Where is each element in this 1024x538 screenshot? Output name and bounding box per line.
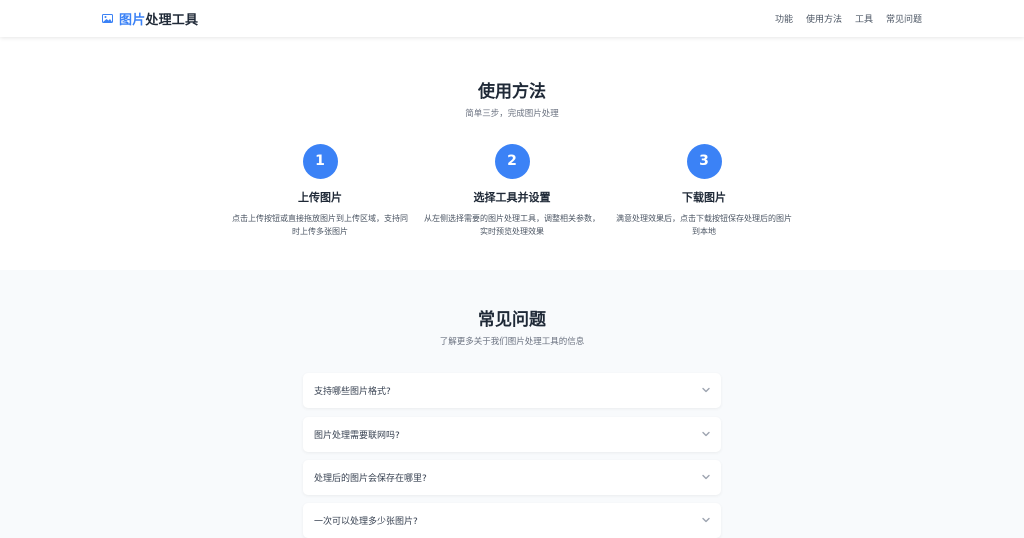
faq-item[interactable]: 一次可以处理多少张图片? <box>303 503 721 538</box>
step-title: 选择工具并设置 <box>473 191 551 204</box>
nav-link-faq[interactable]: 常见问题 <box>886 12 922 25</box>
step-description: 从左侧选择需要的图片处理工具，调整相关参数，实时预览处理效果 <box>424 214 600 236</box>
brand-title-rest: 处理工具 <box>145 13 199 28</box>
how-to-use-section: 使用方法 简单三步，完成图片处理 1 上传图片 点击上传按钮或直接拖放图片到上传… <box>0 37 1024 270</box>
step-card-2: 2 选择工具并设置 从左侧选择需要的图片处理工具，调整相关参数，实时预览处理效果 <box>422 144 602 238</box>
step-card-1: 1 上传图片 点击上传按钮或直接拖放图片到上传区域，支持同时上传多张图片 <box>230 144 410 238</box>
nav-link-how-to-use[interactable]: 使用方法 <box>806 12 842 25</box>
step-number-badge: 1 <box>302 144 338 179</box>
step-title: 下载图片 <box>682 191 726 204</box>
faq-question: 一次可以处理多少张图片? <box>314 517 418 527</box>
nav-link-tools[interactable]: 工具 <box>855 12 873 25</box>
main-nav: 功能 使用方法 工具 常见问题 <box>775 12 922 25</box>
step-description: 点击上传按钮或直接拖放图片到上传区域，支持同时上传多张图片 <box>232 214 408 236</box>
chevron-down-icon <box>702 387 710 393</box>
step-description: 满意处理效果后，点击下载按钮保存处理后的图片到本地 <box>616 214 792 236</box>
step-number-badge: 2 <box>494 144 530 179</box>
step-card-3: 3 下载图片 满意处理效果后，点击下载按钮保存处理后的图片到本地 <box>614 144 794 238</box>
chevron-down-icon <box>702 517 710 523</box>
brand-title-accent: 图片 <box>119 13 146 28</box>
step-number-badge: 3 <box>686 144 722 179</box>
faq-question: 处理后的图片会保存在哪里? <box>314 474 427 484</box>
top-navbar: 图片处理工具 功能 使用方法 工具 常见问题 <box>0 0 1024 37</box>
faq-section: 常见问题 了解更多关于我们图片处理工具的信息 支持哪些图片格式? 图片处理需要联… <box>0 270 1024 538</box>
faq-subtitle: 了解更多关于我们图片处理工具的信息 <box>439 337 585 347</box>
faq-item[interactable]: 支持哪些图片格式? <box>303 373 721 408</box>
image-icon <box>102 14 113 23</box>
chevron-down-icon <box>702 431 710 437</box>
step-title: 上传图片 <box>298 191 342 204</box>
chevron-down-icon <box>702 474 710 480</box>
how-to-use-title: 使用方法 <box>478 82 546 102</box>
faq-title: 常见问题 <box>478 310 546 330</box>
faq-question: 图片处理需要联网吗? <box>314 431 400 441</box>
faq-item[interactable]: 处理后的图片会保存在哪里? <box>303 460 721 495</box>
brand-logo[interactable]: 图片处理工具 <box>102 9 198 28</box>
faq-item[interactable]: 图片处理需要联网吗? <box>303 417 721 452</box>
faq-question: 支持哪些图片格式? <box>314 387 391 397</box>
brand-title: 图片处理工具 <box>119 9 198 28</box>
nav-link-features[interactable]: 功能 <box>775 12 793 25</box>
how-to-use-subtitle: 简单三步，完成图片处理 <box>465 109 559 119</box>
